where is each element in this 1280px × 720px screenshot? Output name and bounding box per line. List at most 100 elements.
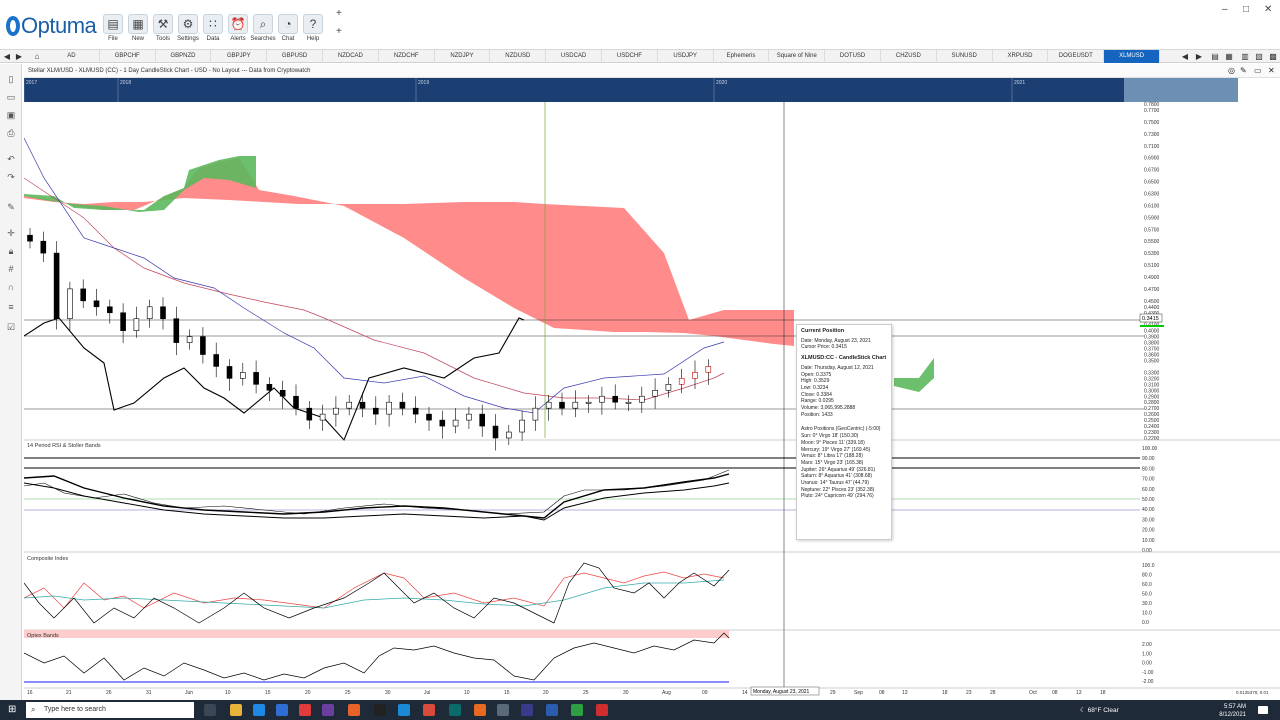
restore-button[interactable]: □ (1243, 4, 1249, 15)
candle[interactable] (240, 372, 246, 379)
redo-icon[interactable]: ↷ (4, 170, 18, 184)
checklist-icon[interactable]: ☑ (4, 320, 18, 334)
tab-usdjpy[interactable]: USDJPY (658, 50, 714, 63)
candle[interactable] (372, 407, 379, 415)
optuma-task-icon[interactable] (474, 704, 486, 716)
app3-icon[interactable] (521, 704, 533, 716)
candle[interactable] (346, 401, 353, 409)
file-explorer-icon[interactable] (230, 704, 242, 716)
tab-usdchf[interactable]: USDCHF (602, 50, 658, 63)
candle[interactable] (705, 366, 712, 373)
candle[interactable] (519, 419, 525, 433)
help-button[interactable]: ? Help (300, 14, 326, 42)
pencil-icon[interactable]: ✎ (4, 200, 18, 214)
candle[interactable] (652, 389, 658, 397)
candle[interactable] (133, 318, 140, 331)
app5-icon[interactable] (596, 704, 608, 716)
media-icon[interactable] (299, 704, 311, 716)
tab-chzusd[interactable]: CHZUSD (881, 50, 937, 63)
tools-button[interactable]: ⚒ Tools (150, 14, 176, 42)
tab-square-of-nine[interactable]: Square of Nine (769, 50, 826, 63)
windows-start-icon[interactable]: ⊞ (8, 703, 22, 717)
tab-prev-icon[interactable]: ◀ (1180, 51, 1190, 62)
tab-nzdchf[interactable]: NZDCHF (379, 50, 435, 63)
candle[interactable] (93, 300, 100, 308)
candle[interactable] (319, 413, 326, 421)
open-folder-icon[interactable]: ▭ (4, 90, 18, 104)
tab-ad[interactable]: AD (44, 50, 100, 63)
candle[interactable] (80, 288, 87, 302)
lock-icon[interactable]: 🔒︎ (4, 244, 18, 258)
candle[interactable] (545, 401, 552, 409)
candle[interactable] (585, 401, 592, 404)
candle[interactable] (452, 419, 459, 427)
candle[interactable] (359, 401, 366, 409)
terminal-icon[interactable] (374, 704, 386, 716)
magnet-icon[interactable]: ∩ (4, 280, 18, 294)
layers-icon[interactable]: ≡ (4, 300, 18, 314)
taskbar-search-input[interactable]: ⌕ Type here to search (26, 702, 194, 718)
new-page-icon[interactable]: ▯ (4, 72, 18, 86)
tab-nzdjpy[interactable]: NZDJPY (435, 50, 491, 63)
print-icon[interactable]: ⎙ (4, 126, 18, 140)
tab-xlmusd[interactable]: XLMUSD (1104, 50, 1160, 63)
chat-button[interactable]: ◔ Chat (275, 14, 301, 42)
settings-button[interactable]: ⚙ Settings (175, 14, 201, 42)
candle[interactable] (532, 407, 539, 421)
overview-window[interactable] (1124, 78, 1238, 102)
add-icon[interactable]: + (336, 8, 342, 19)
candle[interactable] (399, 401, 406, 409)
tab-nzdcad[interactable]: NZDCAD (323, 50, 379, 63)
candle[interactable] (107, 306, 113, 314)
candle[interactable] (439, 419, 446, 427)
alerts-button[interactable]: ⏰ Alerts (225, 14, 251, 42)
candle[interactable] (678, 378, 685, 385)
clock[interactable]: 5:57 AM 8/12/2021 (1196, 703, 1246, 719)
crosshair-icon[interactable]: ✛ (4, 226, 18, 240)
close-button[interactable]: ✕ (1264, 4, 1272, 15)
forward-arrow-icon[interactable]: ▶ (14, 51, 24, 62)
candle[interactable] (53, 252, 60, 320)
pin-icon[interactable]: ◎ (1228, 66, 1235, 75)
candle[interactable] (505, 431, 512, 439)
mail-icon[interactable] (276, 704, 288, 716)
candle[interactable] (213, 354, 219, 367)
candle[interactable] (186, 336, 193, 343)
save-icon[interactable]: ▣ (4, 108, 18, 122)
candle[interactable] (27, 234, 33, 242)
weather-icon[interactable]: ☾ 68°F Clear (1080, 706, 1119, 714)
candle[interactable] (692, 372, 698, 379)
grid-icon[interactable]: ▦ (1224, 51, 1234, 62)
candle[interactable] (412, 407, 419, 415)
candle[interactable] (599, 395, 605, 403)
tab-xrpusd[interactable]: XRPUSD (993, 50, 1049, 63)
app4-icon[interactable] (571, 704, 583, 716)
layout-icon[interactable]: ▥ (1240, 51, 1250, 62)
candlestick-chart[interactable]: 2017 2018 2019 2020 2021 0.78000.77000.75000… (24, 78, 1280, 700)
add-icon[interactable]: + (336, 26, 342, 37)
new-button[interactable]: ▦ New (125, 14, 151, 42)
task-view-icon[interactable] (204, 704, 216, 716)
candle[interactable] (160, 306, 166, 320)
home-icon[interactable]: ⌂ (32, 51, 42, 62)
app-icon[interactable] (322, 704, 334, 716)
tab-gbpnzd[interactable]: GBPNZD (156, 50, 212, 63)
candle[interactable] (492, 425, 499, 439)
tab-ephemeris[interactable]: Ephemeris (714, 50, 770, 63)
tab-next-icon[interactable]: ▶ (1194, 51, 1204, 62)
float-icon[interactable]: ▭ (1254, 66, 1262, 75)
candle[interactable] (293, 395, 299, 409)
candle[interactable] (625, 401, 632, 404)
minimize-button[interactable]: – (1222, 4, 1228, 15)
file-button[interactable]: ▤ File (100, 14, 126, 42)
candle[interactable] (386, 401, 392, 415)
candle[interactable] (306, 407, 313, 421)
back-arrow-icon[interactable]: ◀ (2, 51, 12, 62)
candle[interactable] (638, 395, 645, 403)
candle[interactable] (266, 384, 273, 391)
tab-dogeusdt[interactable]: DOGEUSDT (1048, 50, 1105, 63)
app2-icon[interactable] (449, 704, 461, 716)
candle[interactable] (466, 413, 472, 421)
candle[interactable] (226, 366, 233, 379)
candle[interactable] (479, 413, 486, 427)
